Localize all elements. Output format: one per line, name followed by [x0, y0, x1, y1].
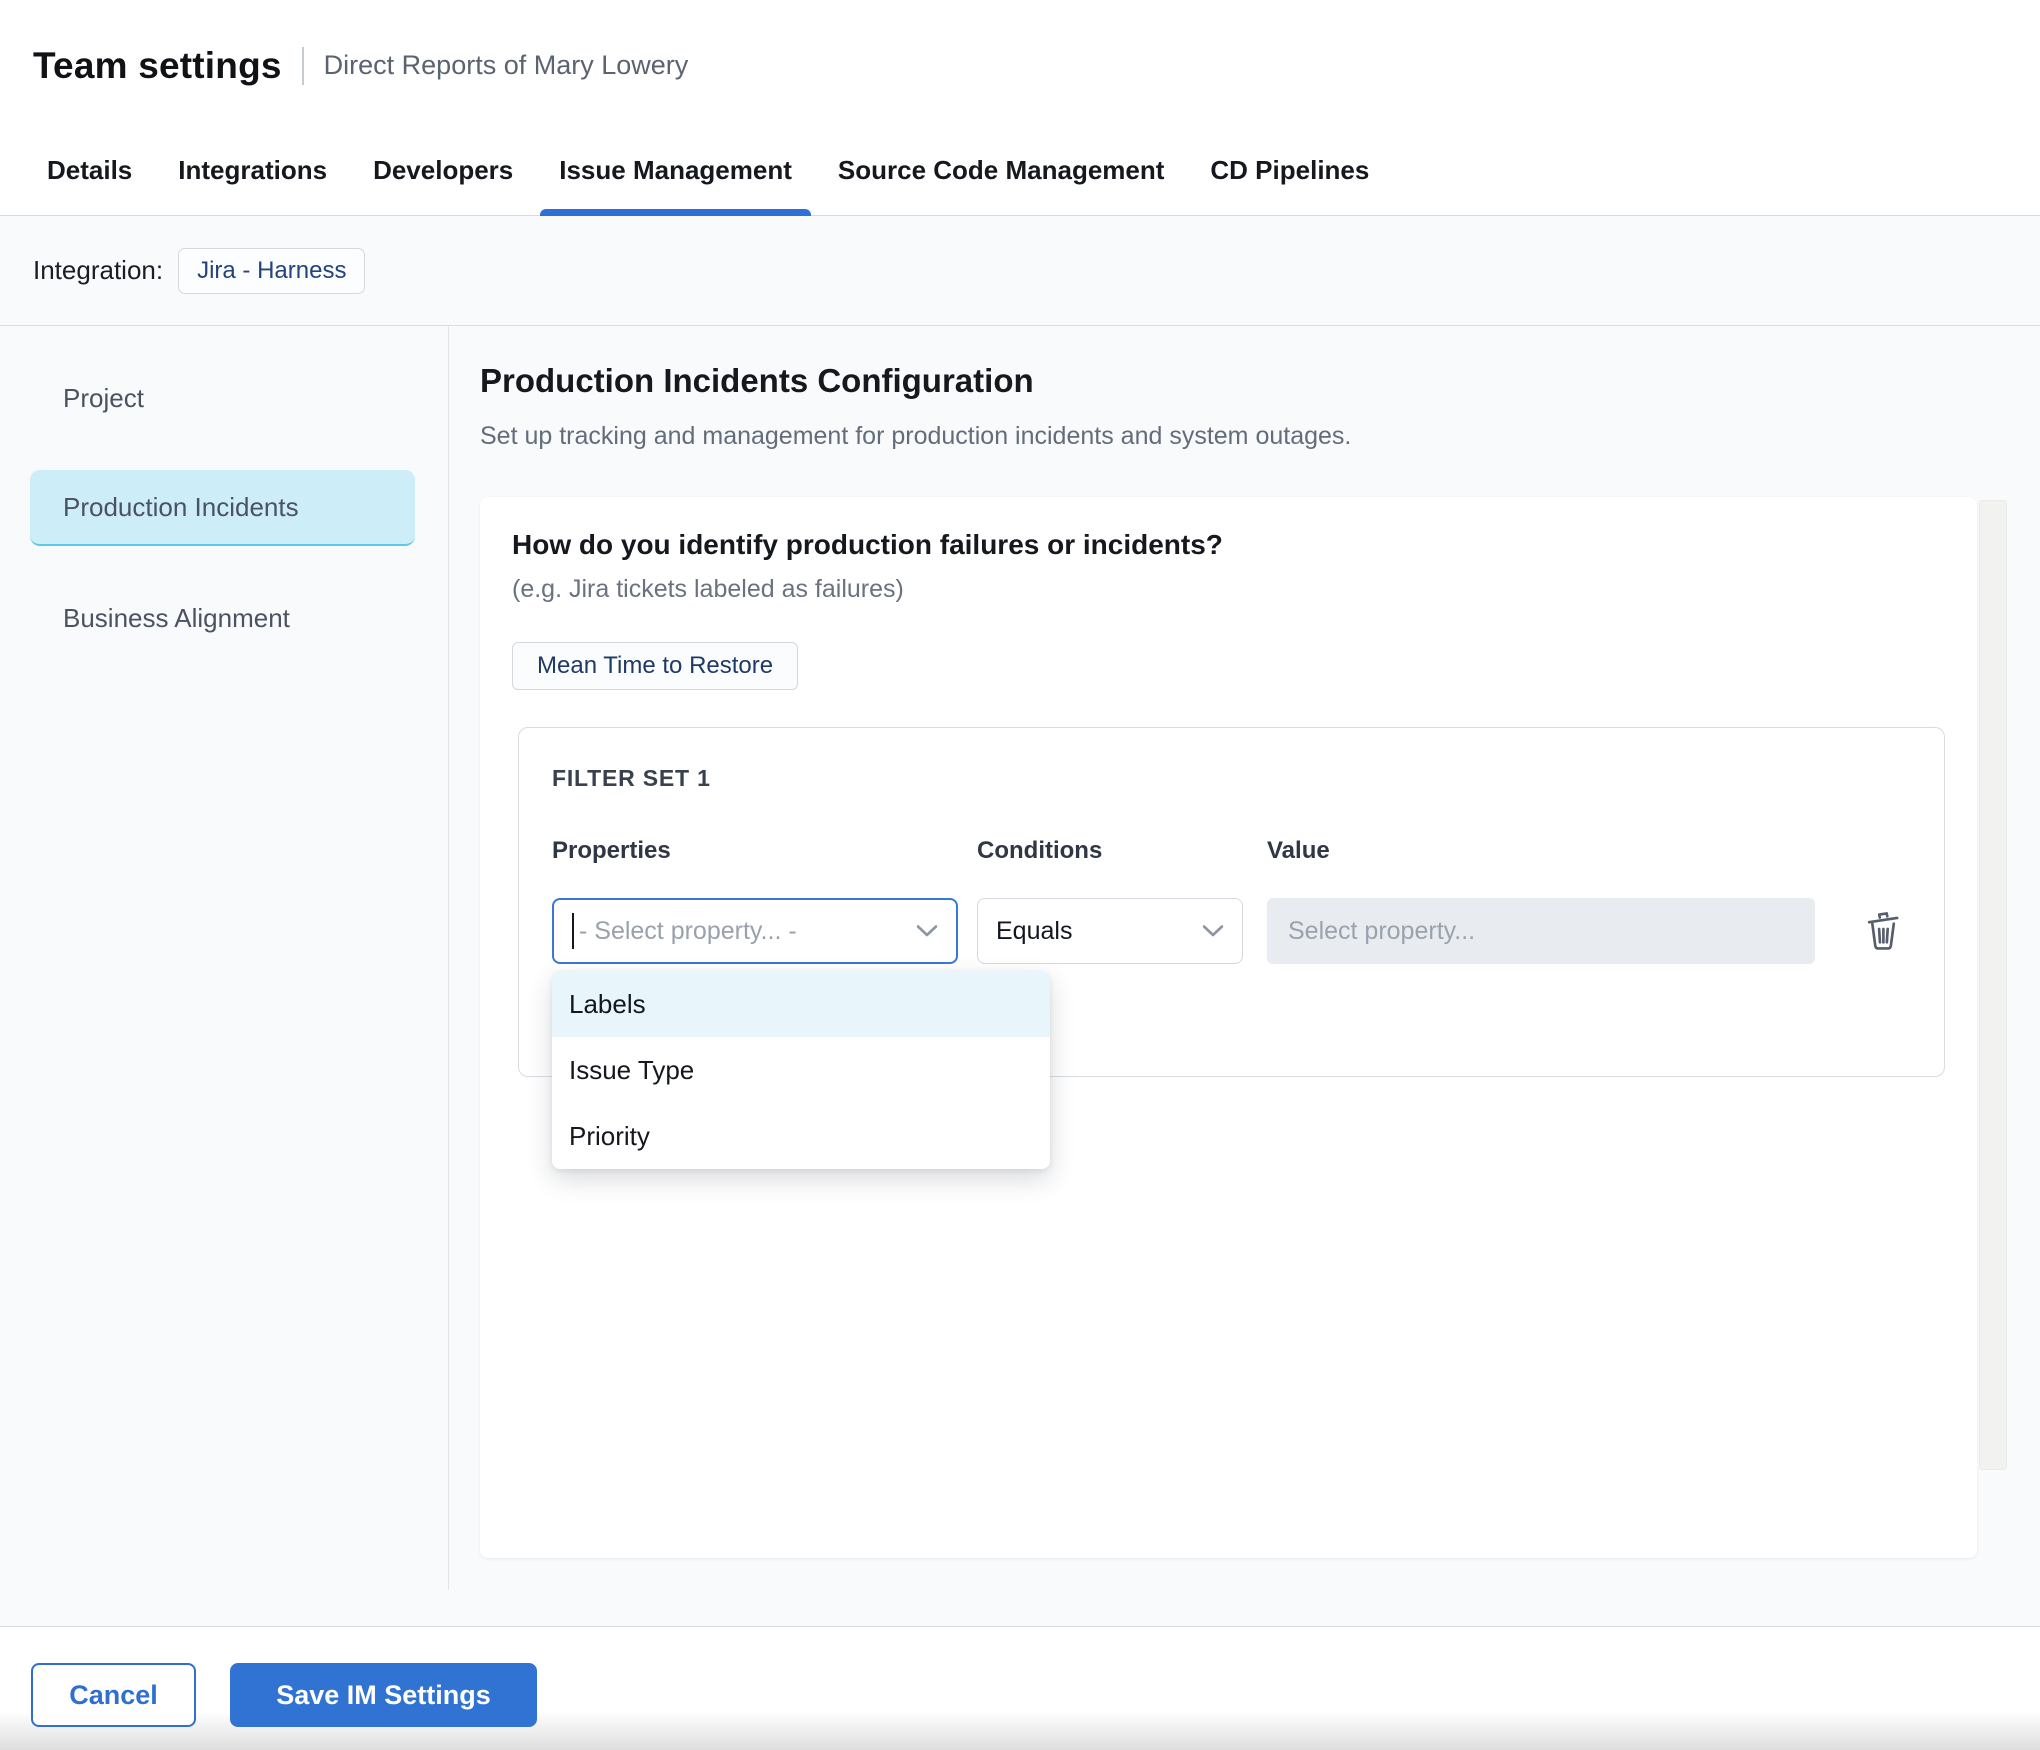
- question-hint: (e.g. Jira tickets labeled as failures): [512, 575, 1945, 604]
- tab-source-code-management[interactable]: Source Code Management: [819, 125, 1184, 215]
- section-subtitle: Set up tracking and management for produ…: [480, 422, 1977, 451]
- tab-integrations[interactable]: Integrations: [159, 125, 346, 215]
- sidebar-item-business-alignment[interactable]: Business Alignment: [30, 580, 415, 656]
- title-divider: [302, 47, 304, 85]
- sidebar-item-project[interactable]: Project: [30, 360, 415, 436]
- filter-column-headers: Properties Conditions Value: [552, 837, 1944, 865]
- trash-icon: [1863, 909, 1903, 953]
- settings-sidebar: Project Production Incidents Business Al…: [0, 326, 449, 1626]
- tab-bar: Details Integrations Developers Issue Ma…: [0, 125, 2040, 216]
- integration-label: Integration:: [33, 255, 163, 286]
- delete-filter-button[interactable]: [1859, 905, 1907, 957]
- chevron-down-icon: [916, 924, 938, 938]
- tab-cd-pipelines[interactable]: CD Pipelines: [1191, 125, 1388, 215]
- scrollbar-track[interactable]: [1979, 500, 2007, 1470]
- tab-details[interactable]: Details: [28, 125, 151, 215]
- filter-row: - Select property... - Equals: [552, 898, 1944, 964]
- page-header: Team settings Direct Reports of Mary Low…: [0, 0, 2040, 125]
- text-cursor: [572, 913, 574, 949]
- condition-select[interactable]: Equals: [977, 898, 1243, 964]
- chevron-down-icon: [1202, 924, 1224, 938]
- tab-issue-management[interactable]: Issue Management: [540, 125, 811, 215]
- integration-bar: Integration: Jira - Harness: [0, 216, 2040, 326]
- incidents-config-card: How do you identify production failures …: [480, 497, 1977, 1558]
- property-select[interactable]: - Select property... -: [552, 898, 958, 964]
- property-select-placeholder: - Select property... -: [579, 917, 797, 946]
- footer-bar: Cancel Save IM Settings: [0, 1626, 2040, 1750]
- team-settings-page: Team settings Direct Reports of Mary Low…: [0, 0, 2040, 1750]
- column-header-conditions: Conditions: [977, 837, 1267, 865]
- column-header-value: Value: [1267, 837, 1944, 865]
- condition-select-value: Equals: [996, 917, 1072, 946]
- question-title: How do you identify production failures …: [512, 529, 1945, 561]
- filter-set-1: FILTER SET 1 Properties Conditions Value…: [518, 727, 1945, 1077]
- column-header-properties: Properties: [552, 837, 977, 865]
- main-panel: Production Incidents Configuration Set u…: [449, 326, 2040, 1626]
- dropdown-option-labels[interactable]: Labels: [552, 971, 1050, 1037]
- dropdown-option-issue-type[interactable]: Issue Type: [552, 1037, 1050, 1103]
- filter-set-title: FILTER SET 1: [552, 765, 1944, 792]
- page-subtitle: Direct Reports of Mary Lowery: [324, 50, 689, 81]
- value-input[interactable]: [1267, 898, 1815, 964]
- section-title: Production Incidents Configuration: [480, 362, 1977, 400]
- save-im-settings-button[interactable]: Save IM Settings: [230, 1663, 537, 1727]
- content-area: Project Production Incidents Business Al…: [0, 326, 2040, 1626]
- mean-time-to-restore-chip[interactable]: Mean Time to Restore: [512, 642, 798, 690]
- sidebar-item-production-incidents[interactable]: Production Incidents: [30, 470, 415, 546]
- cancel-button[interactable]: Cancel: [31, 1663, 196, 1727]
- tab-developers[interactable]: Developers: [354, 125, 532, 215]
- integration-chip[interactable]: Jira - Harness: [178, 248, 365, 294]
- property-dropdown: Labels Issue Type Priority: [552, 971, 1050, 1169]
- page-title: Team settings: [33, 45, 282, 87]
- dropdown-option-priority[interactable]: Priority: [552, 1103, 1050, 1169]
